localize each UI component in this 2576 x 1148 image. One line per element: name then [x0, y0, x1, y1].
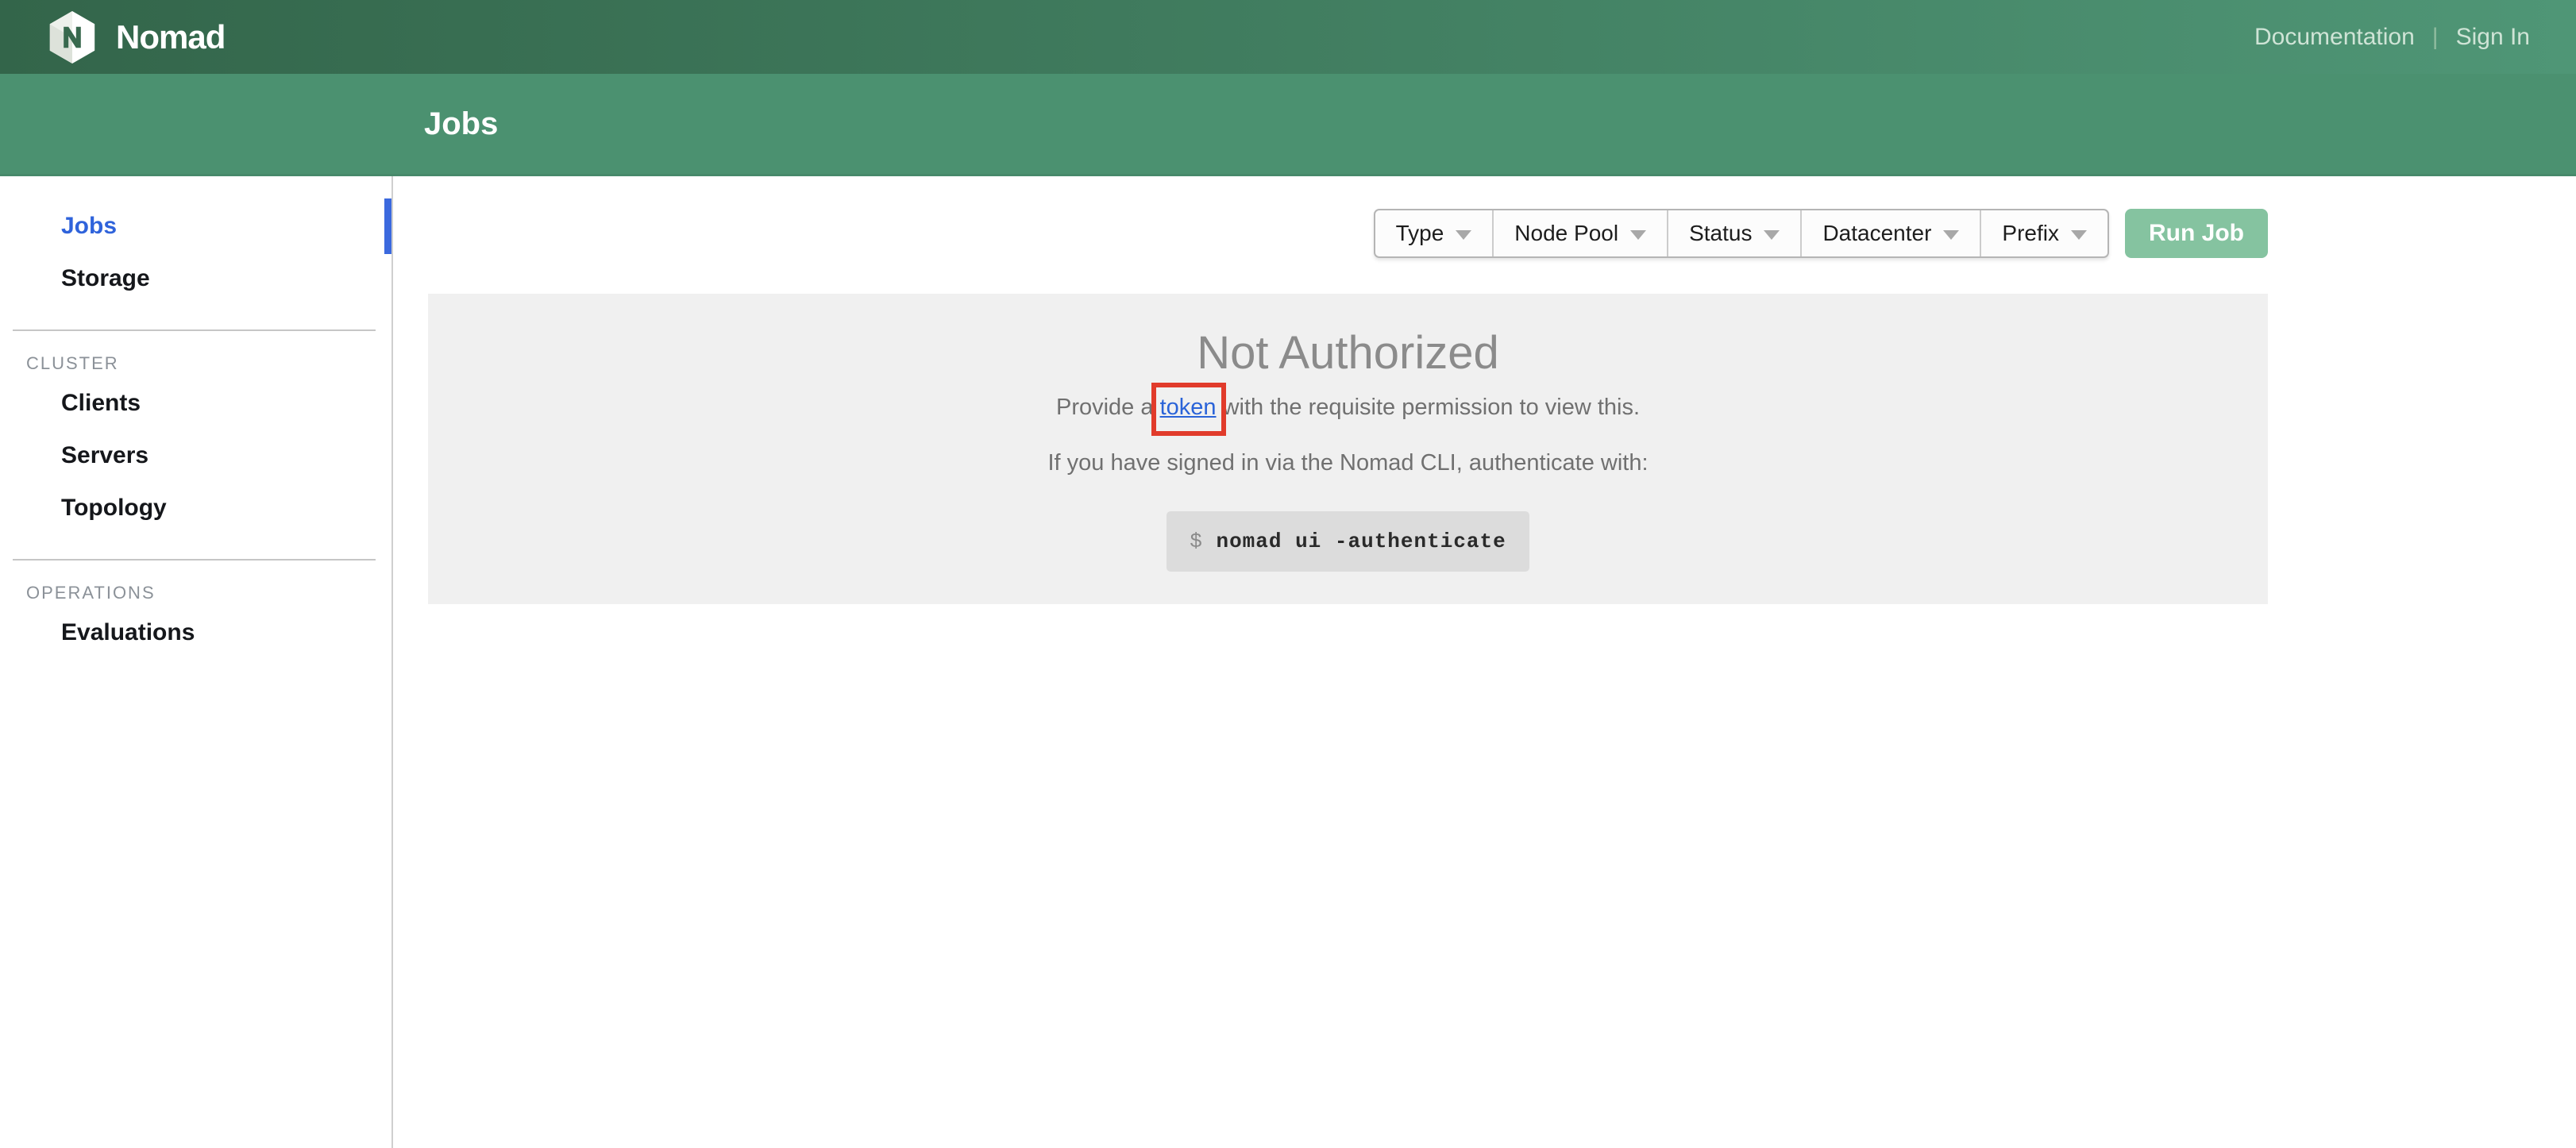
token-link[interactable]: token: [1160, 395, 1217, 420]
cli-hint-text: If you have signed in via the Nomad CLI,…: [428, 450, 2268, 476]
chevron-down-icon: [1943, 230, 1959, 240]
token-link-wrapper: token: [1160, 395, 1217, 421]
filter-node-pool-dropdown[interactable]: Node Pool: [1494, 210, 1668, 256]
filter-type-dropdown[interactable]: Type: [1375, 210, 1494, 256]
chevron-down-icon: [1764, 230, 1780, 240]
not-authorized-panel: Not Authorized Provide a token with the …: [428, 294, 2268, 604]
not-authorized-title: Not Authorized: [428, 329, 2268, 378]
shell-prompt: $: [1190, 530, 1203, 553]
chevron-down-icon: [1456, 230, 1471, 240]
nav-divider: |: [2432, 24, 2439, 51]
top-nav-bar: Nomad Documentation | Sign In: [0, 0, 2576, 74]
chevron-down-icon: [1630, 230, 1646, 240]
message-prefix: Provide a: [1056, 395, 1160, 420]
not-authorized-message: Provide a token with the requisite permi…: [428, 395, 2268, 421]
sidebar-section-operations: OPERATIONS: [26, 583, 391, 603]
filter-prefix-label: Prefix: [2002, 221, 2059, 246]
filter-status-dropdown[interactable]: Status: [1668, 210, 1802, 256]
documentation-link[interactable]: Documentation: [2254, 24, 2415, 51]
cli-command: nomad ui -authenticate: [1216, 530, 1506, 553]
chevron-down-icon: [2071, 230, 2087, 240]
sidebar: Jobs Storage CLUSTER Clients Servers Top…: [0, 176, 393, 1148]
sign-in-link[interactable]: Sign In: [2456, 24, 2530, 51]
brand-name: Nomad: [116, 18, 225, 56]
sidebar-item-clients[interactable]: Clients: [0, 377, 391, 430]
brand[interactable]: Nomad: [48, 11, 225, 64]
run-job-button[interactable]: Run Job: [2125, 209, 2268, 258]
page-header: Jobs: [0, 74, 2576, 176]
filter-prefix-dropdown[interactable]: Prefix: [1981, 210, 2107, 256]
sidebar-item-evaluations[interactable]: Evaluations: [0, 607, 391, 659]
filter-status-label: Status: [1689, 221, 1752, 246]
sidebar-item-topology[interactable]: Topology: [0, 482, 391, 534]
sidebar-item-servers[interactable]: Servers: [0, 430, 391, 482]
sidebar-item-storage[interactable]: Storage: [0, 252, 391, 305]
sidebar-divider: [13, 559, 376, 561]
sidebar-item-jobs[interactable]: Jobs: [0, 200, 391, 252]
toolbar: Type Node Pool Status Datacenter: [428, 209, 2268, 258]
filter-node-pool-label: Node Pool: [1514, 221, 1618, 246]
page-title: Jobs: [424, 106, 498, 142]
filter-datacenter-label: Datacenter: [1822, 221, 1931, 246]
filter-group: Type Node Pool Status Datacenter: [1374, 209, 2109, 258]
message-suffix: with the requisite permission to view th…: [1217, 395, 1641, 420]
main-content: Type Node Pool Status Datacenter: [393, 176, 2576, 1148]
cli-command-code: $ nomad ui -authenticate: [1167, 511, 1529, 572]
nomad-logo-icon: [48, 11, 97, 64]
filter-type-label: Type: [1396, 221, 1444, 246]
sidebar-divider: [13, 329, 376, 331]
top-nav-links: Documentation | Sign In: [2254, 24, 2530, 51]
filter-datacenter-dropdown[interactable]: Datacenter: [1802, 210, 1981, 256]
sidebar-section-cluster: CLUSTER: [26, 353, 391, 374]
